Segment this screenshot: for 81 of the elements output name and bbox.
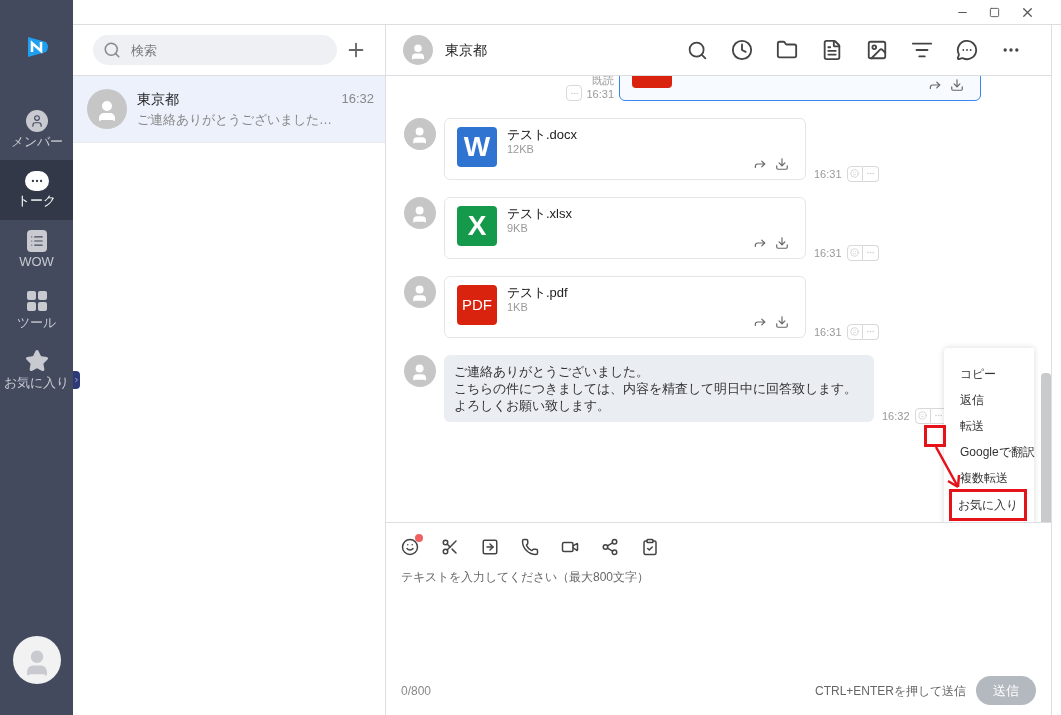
file-size: 12KB [507,143,535,156]
message-text: こちらの件につきましては、内容を精査して明日中に回答致します。 [454,380,858,397]
file-type-icon: W [457,127,497,167]
smiley-icon [850,248,860,258]
avatar [404,197,436,229]
file-size: 1KB [507,301,529,314]
nav-tab[interactable]: ツール [0,280,73,340]
phone-icon[interactable] [521,538,539,556]
clock-icon[interactable] [731,39,753,61]
grid-icon [24,289,49,313]
avatar [404,276,436,308]
file-name: テスト.pdf [507,285,568,301]
conversation-time: 16:32 [341,89,374,108]
menu-item[interactable]: 複数転送 [960,465,1008,491]
maximize-icon[interactable] [989,6,1000,18]
menu-item[interactable]: Googleで翻訳 [960,439,1035,465]
download-icon[interactable] [775,315,789,329]
highlight-box [924,425,946,447]
nav-tab[interactable]: WOW [0,220,73,280]
scissors-icon[interactable] [441,538,459,556]
share-icon[interactable] [601,538,619,556]
avatar [404,118,436,150]
chat-clock-icon[interactable] [956,39,978,61]
forward-icon[interactable] [753,315,767,329]
file-type-icon: PDF [457,285,497,325]
emoji-icon[interactable] [401,538,419,556]
menu-item[interactable]: 転送 [960,413,984,439]
user-avatar[interactable] [12,636,61,684]
menu-item[interactable]: お気に入り [952,492,1024,518]
download-icon[interactable] [775,157,789,171]
conversation-name: 東京都 [137,89,179,109]
document-icon[interactable] [821,39,843,61]
folder-icon[interactable] [776,39,798,61]
image-icon[interactable] [866,39,888,61]
file-message-card[interactable]: PDF テスト.pdf 1KB [444,276,806,338]
download-icon[interactable] [775,236,789,250]
smiley-icon [918,411,928,421]
send-hint: CTRL+ENTERを押して送信 [815,682,966,700]
send-file-icon[interactable] [481,538,499,556]
file-message-card[interactable]: W テスト.docx 12KB [444,118,806,180]
menu-item[interactable]: 返信 [960,387,984,413]
file-name: テスト.xlsx [507,206,572,222]
file-name: テスト.docx [507,127,578,143]
chat-title: 東京都 [445,40,487,60]
avatar [87,89,127,129]
message-text: ご連絡ありがとうございました。 [454,363,650,380]
search-field[interactable]: 検索 [93,35,337,65]
forward-icon[interactable] [753,236,767,250]
nav-tab[interactable]: メンバー [0,100,73,160]
conversation-preview: ご連絡ありがとうございました… [137,110,333,129]
message-time: 16:31 [586,87,614,101]
clipboard-icon[interactable] [641,538,659,556]
nav-tab[interactable]: トーク [0,160,73,220]
avatar [404,355,436,387]
message-time: 16:31 [814,324,842,340]
menu-item[interactable]: コピー [960,361,996,387]
nav-tab[interactable]: お気に入り [0,340,73,400]
list-icon [26,230,47,252]
message-time: 16:32 [882,408,910,424]
file-message-card[interactable]: X テスト.xlsx 9KB [444,197,806,259]
file-type-icon: X [457,206,497,246]
character-counter: 0/800 [401,682,432,700]
collapse-toggle[interactable] [73,371,80,389]
message-time: 16:31 [814,245,842,261]
search-icon [103,41,121,59]
chat-bubble-icon [24,171,49,191]
conversation-item[interactable]: 東京都 16:32 ご連絡ありがとうございました… [73,76,385,143]
star-icon [24,349,49,373]
avatar [403,35,433,65]
download-icon[interactable] [950,78,964,92]
smiley-icon [850,169,860,179]
message-time: 16:31 [814,166,842,182]
chevron-icon [73,376,80,384]
forward-icon[interactable] [753,157,767,171]
file-size: 9KB [507,222,529,235]
forward-icon[interactable] [928,78,942,92]
member-icon [25,110,48,132]
smiley-icon [850,327,860,337]
search-icon[interactable] [687,39,708,61]
message-text: よろしくお願い致します。 [454,397,611,414]
message-input[interactable]: テキストを入力してください（最大800文字） [401,568,1036,668]
